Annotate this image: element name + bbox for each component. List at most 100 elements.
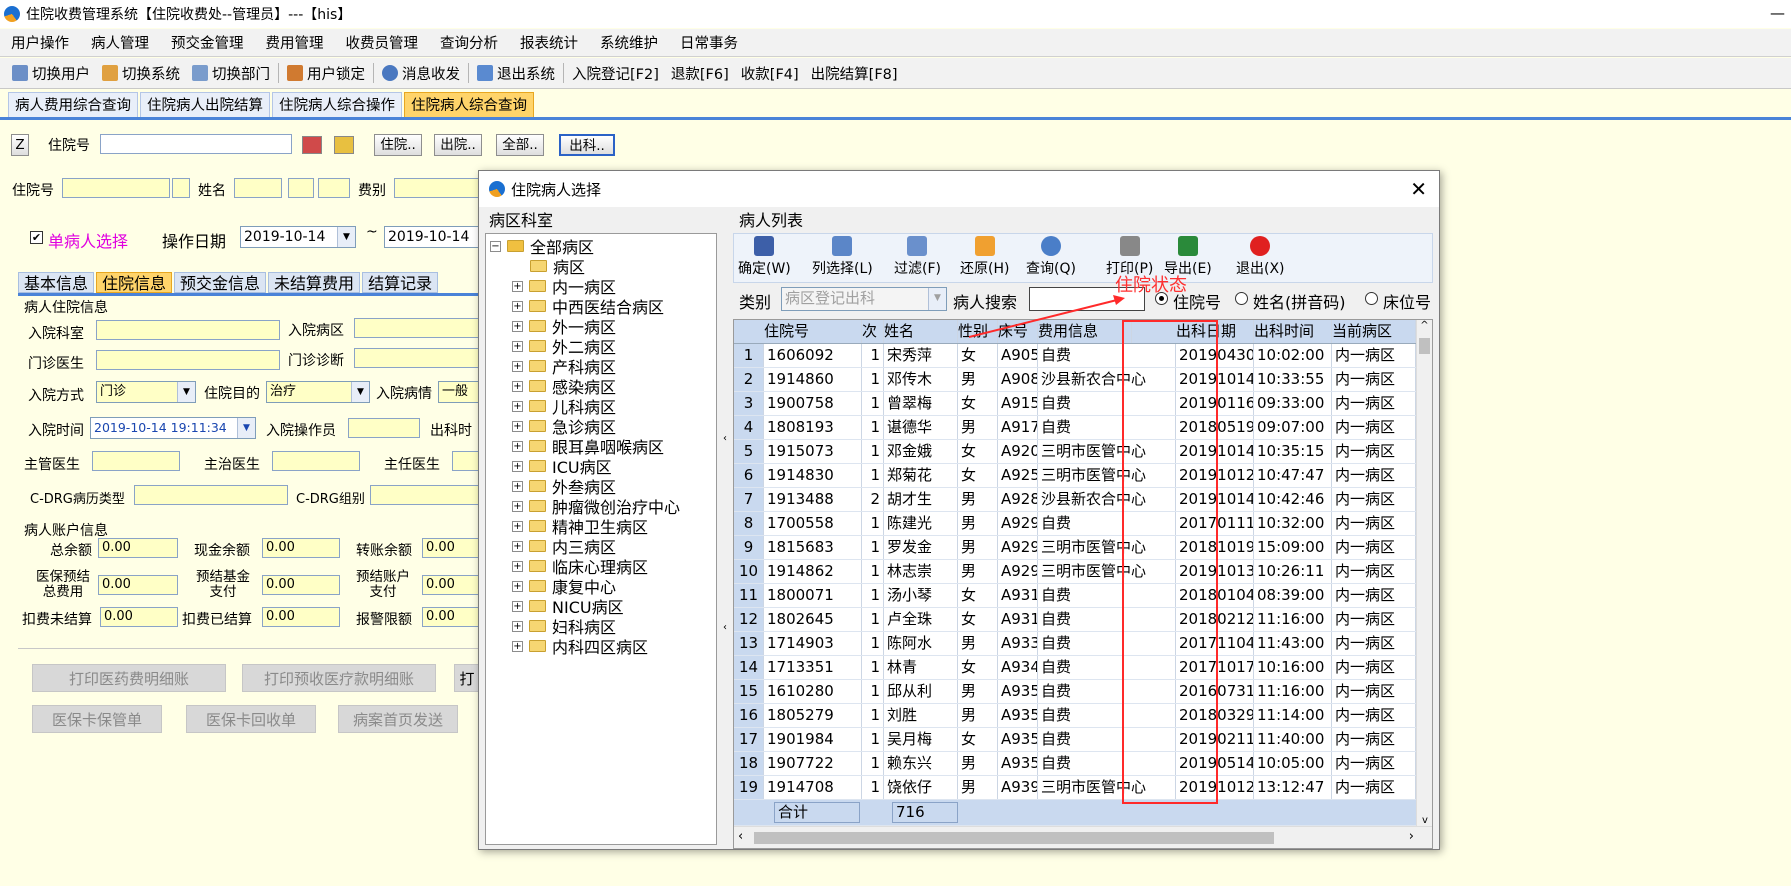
print-button-partial[interactable]: 打: [454, 664, 480, 692]
subtab-unsettled[interactable]: 未结算费用: [268, 272, 361, 293]
tree-node[interactable]: + 外一病区: [512, 316, 616, 337]
menu-prepay[interactable]: 预交金管理: [160, 32, 255, 53]
switch-system-button[interactable]: 切换系统: [96, 63, 186, 84]
message-button[interactable]: 消息收发: [376, 63, 466, 84]
expand-icon[interactable]: +: [512, 380, 523, 392]
expand-icon[interactable]: +: [512, 320, 523, 332]
tab-discharge-settle[interactable]: 住院病人出院结算: [140, 92, 270, 117]
insurance-card-keep-button[interactable]: 医保卡保管单: [32, 705, 162, 733]
zyh-search-input[interactable]: [100, 134, 292, 154]
query-button[interactable]: 查询(Q): [1026, 236, 1076, 278]
chevron-left-icon[interactable]: ‹: [738, 829, 743, 844]
tree-node[interactable]: + 内一病区: [512, 276, 616, 297]
attending-doctor-field[interactable]: [272, 451, 360, 471]
tree-node[interactable]: + 感染病区: [512, 376, 616, 397]
horizontal-scrollbar[interactable]: ‹ ›: [734, 826, 1432, 848]
tree-node[interactable]: 病区: [530, 256, 585, 277]
out-dept-button[interactable]: 出科..: [559, 134, 615, 156]
expand-icon[interactable]: +: [512, 340, 523, 352]
tree-node[interactable]: + 康复中心: [512, 576, 616, 597]
tab-patient-query[interactable]: 住院病人综合查询: [404, 92, 534, 117]
table-row[interactable]: 7 1913488 2 胡才生男 A928 沙县新农合中心 20191014 10:42:46…: [734, 488, 1416, 512]
expand-icon[interactable]: +: [512, 480, 523, 492]
menu-user[interactable]: 用户操作: [0, 32, 80, 53]
switch-user-button[interactable]: 切换用户: [6, 63, 96, 84]
z-button[interactable]: Z: [11, 134, 29, 156]
col-outtime-header[interactable]: 出科时间: [1254, 320, 1332, 343]
subtab-prepay[interactable]: 预交金信息: [174, 272, 267, 293]
tree-node[interactable]: + NICU病区: [512, 596, 624, 617]
table-row[interactable]: 11 1800071 1 汤小琴女 A931 自费 20180104 08:39:00 内一病区: [734, 584, 1416, 608]
refund-button[interactable]: 退款[F6]: [665, 63, 735, 84]
info-age-field[interactable]: [318, 178, 350, 198]
insurance-card-return-button[interactable]: 医保卡回收单: [186, 705, 316, 733]
exit-system-button[interactable]: 退出系统: [471, 63, 561, 84]
date-from-picker[interactable]: 2019-10-14 ▼: [240, 226, 356, 248]
broom-icon[interactable]: [334, 136, 354, 154]
tree-node[interactable]: + 儿科病区: [512, 396, 616, 417]
splitter[interactable]: ‹ ‹: [721, 433, 729, 633]
condition-select[interactable]: 一般: [438, 381, 480, 403]
in-hospital-button[interactable]: 住院..: [374, 134, 422, 156]
close-icon[interactable]: ✕: [1410, 177, 1427, 201]
date-to-picker[interactable]: 2019-10-14: [384, 226, 480, 248]
table-row[interactable]: 16 1805279 1 刘胜男 A935 自费 20180329 11:14:00 内一病区: [734, 704, 1416, 728]
col-name-header[interactable]: 姓名: [884, 320, 958, 343]
menu-fee[interactable]: 费用管理: [255, 32, 335, 53]
confirm-button[interactable]: 确定(W): [738, 236, 791, 278]
collapse-icon[interactable]: −: [490, 240, 501, 252]
table-row[interactable]: 14 1713351 1 林青女 A934 自费 20171017 10:16:00 内一病区: [734, 656, 1416, 680]
mode-select[interactable]: 门诊 ▼: [96, 381, 196, 403]
expand-icon[interactable]: +: [512, 520, 523, 532]
expand-icon[interactable]: +: [512, 640, 523, 652]
print-drug-detail-button[interactable]: 打印医药费明细账: [32, 664, 226, 692]
doctor-field[interactable]: [96, 350, 280, 370]
tree-node[interactable]: + 外二病区: [512, 336, 616, 357]
restore-button[interactable]: 还原(H): [960, 236, 1009, 278]
discharge-settle-button[interactable]: 出院结算[F8]: [805, 63, 904, 84]
tab-fee-query[interactable]: 病人费用综合查询: [8, 92, 138, 117]
expand-icon[interactable]: +: [512, 400, 523, 412]
table-row[interactable]: 4 1808193 1 谌德华男 A917 自费 20180519 09:07:00 内一病区: [734, 416, 1416, 440]
radio-bed[interactable]: [1365, 292, 1378, 305]
expand-icon[interactable]: +: [512, 420, 523, 432]
record-send-button[interactable]: 病案首页发送: [338, 705, 458, 733]
table-row[interactable]: 6 1914830 1 郑菊花女 A925 三明市医管中心 20191012 10:47:47…: [734, 464, 1416, 488]
scroll-thumb[interactable]: [754, 832, 1274, 844]
expand-icon[interactable]: +: [512, 580, 523, 592]
expand-icon[interactable]: +: [512, 500, 523, 512]
info-name-field[interactable]: [234, 178, 282, 198]
dept-field[interactable]: [96, 320, 280, 340]
info-zyh-field[interactable]: [62, 178, 170, 198]
admission-button[interactable]: 入院登记[F2]: [566, 63, 665, 84]
table-row[interactable]: 15 1610280 1 邱从利男 A935 自费 20160731 11:16:00 内一病区: [734, 680, 1416, 704]
tree-node[interactable]: + 精神卫生病区: [512, 516, 648, 537]
subtab-settlement[interactable]: 结算记录: [362, 272, 439, 293]
menu-query[interactable]: 查询分析: [429, 32, 509, 53]
table-row[interactable]: 10 1914862 1 林志崇男 A929 三明市医管中心 20191013 10:26:1…: [734, 560, 1416, 584]
tree-node[interactable]: + 内科四区病区: [512, 636, 648, 657]
tree-node[interactable]: + 内三病区: [512, 536, 616, 557]
expand-icon[interactable]: +: [512, 600, 523, 612]
tree-node[interactable]: + 眼耳鼻咽喉病区: [512, 436, 664, 457]
ward-field[interactable]: [354, 318, 480, 338]
subtab-hospital[interactable]: 住院信息: [96, 272, 173, 293]
table-row[interactable]: 19 1914708 1 饶依仔男 A939 三明市医管中心 20191012 13:12:4…: [734, 776, 1416, 800]
tree-node[interactable]: + 外叁病区: [512, 476, 616, 497]
tree-node[interactable]: + 妇科病区: [512, 616, 616, 637]
tree-node[interactable]: + 产科病区: [512, 356, 616, 377]
expand-icon[interactable]: +: [512, 560, 523, 572]
table-row[interactable]: 17 1901984 1 吴月梅女 A935 自费 20190211 11:40:00 内一病区: [734, 728, 1416, 752]
chevron-right-icon[interactable]: ›: [1409, 829, 1414, 844]
tree-node[interactable]: + ICU病区: [512, 456, 612, 477]
exit-button[interactable]: 退出(X): [1236, 236, 1285, 278]
minimize-icon[interactable]: —: [1770, 4, 1785, 22]
menu-patient[interactable]: 病人管理: [80, 32, 160, 53]
col-zyh-header[interactable]: 住院号: [764, 320, 862, 343]
col-times-header[interactable]: 次: [862, 320, 884, 343]
table-row[interactable]: 8 1700558 1 陈建光男 A929 自费 20170111 10:32:00 内一病区: [734, 512, 1416, 536]
info-feibie-field[interactable]: [394, 178, 480, 198]
radio-name[interactable]: [1235, 292, 1248, 305]
card-read-icon[interactable]: [302, 136, 322, 154]
subtab-basic[interactable]: 基本信息: [18, 272, 95, 293]
